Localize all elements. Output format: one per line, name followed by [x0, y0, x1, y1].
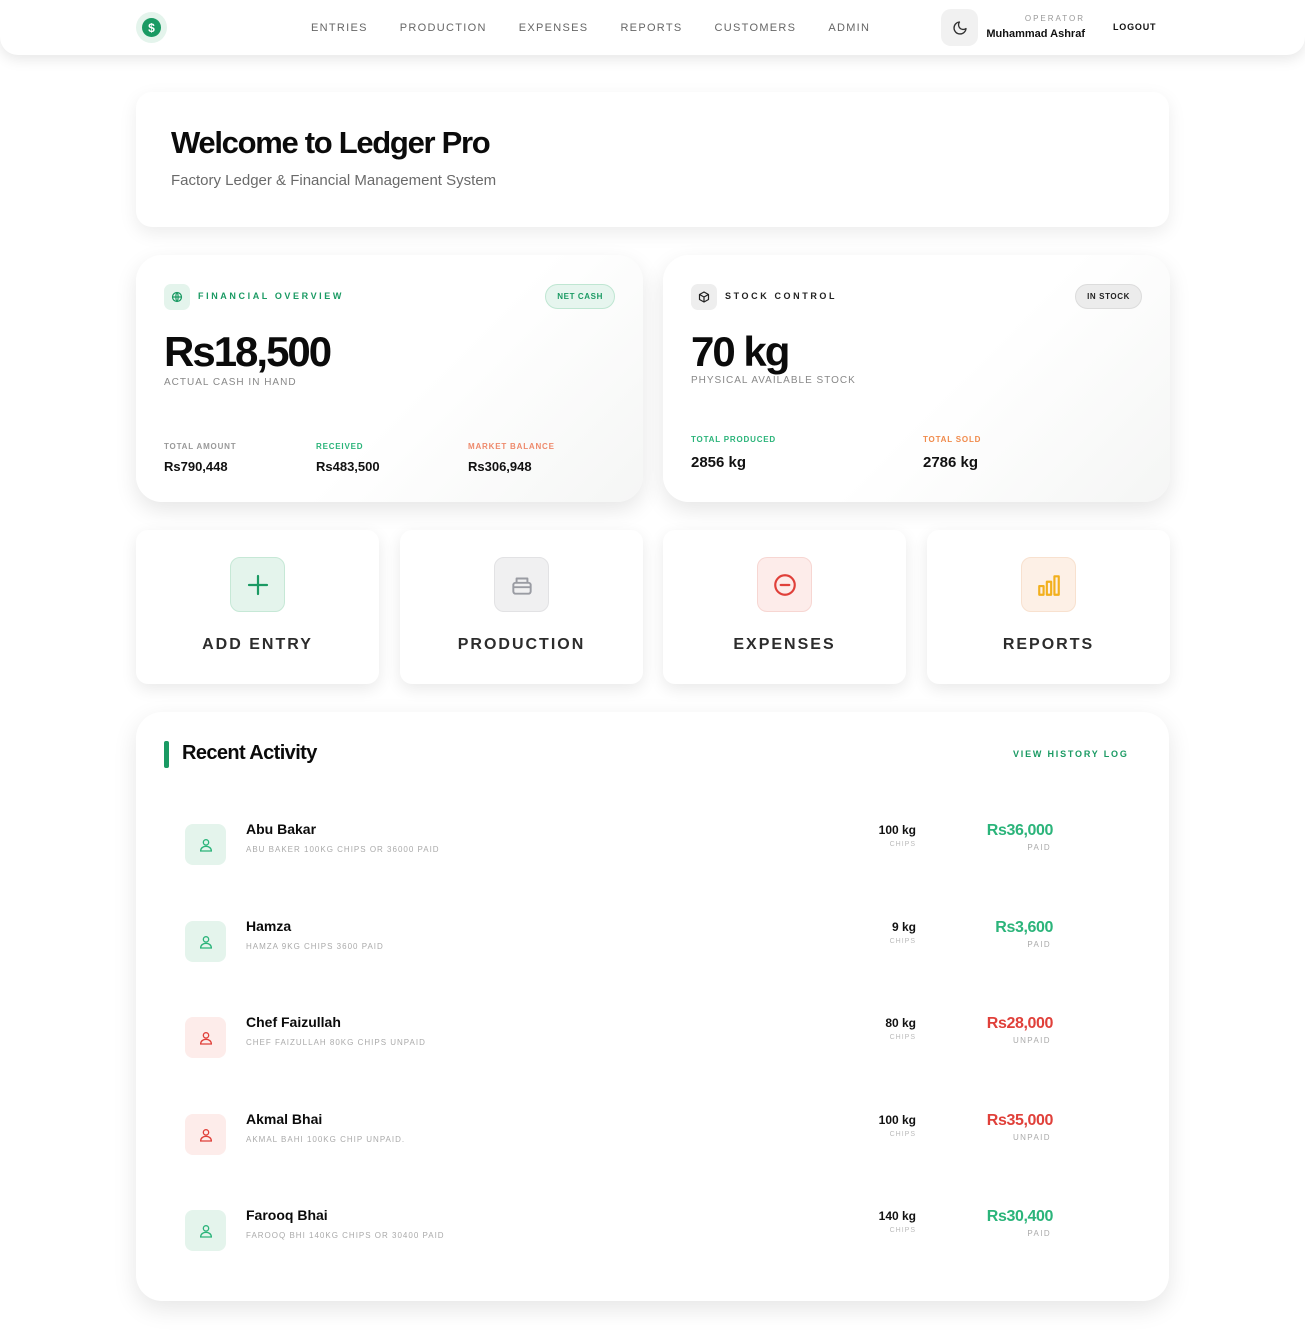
entry-description: Akmal bahi 100kg chip unpaid.	[246, 1135, 406, 1144]
reports-label: REPORTS	[1002, 636, 1095, 653]
minus-circle-icon	[757, 557, 812, 612]
entry-unit: CHIPS	[889, 1131, 916, 1138]
stock-control-title: STOCK CONTROL	[725, 291, 838, 301]
total-produced-label: TOTAL PRODUCED	[691, 435, 776, 444]
add-entry-label: ADD ENTRY	[202, 636, 313, 653]
customer-name: Chef Faizullah	[246, 1014, 341, 1030]
customer-name: Farooq Bhai	[246, 1207, 328, 1223]
user-icon	[185, 824, 226, 865]
nav-link-admin[interactable]: ADMIN	[828, 22, 870, 34]
activity-row[interactable]: Farooq Bhai Farooq bhi 140kg chips or 30…	[136, 1201, 1169, 1261]
entry-unit: CHIPS	[889, 1227, 916, 1234]
customer-name: Abu Bakar	[246, 821, 317, 837]
entry-amount: Rs30,400	[986, 1208, 1054, 1225]
financial-globe-icon	[164, 284, 190, 310]
production-label: PRODUCTION	[457, 636, 586, 653]
payment-status: UNPAID	[1012, 1036, 1051, 1045]
activity-row[interactable]: Chef Faizullah Chef Faizullah 80kg chips…	[136, 1008, 1169, 1068]
page-title: Welcome to Ledger Pro	[171, 125, 491, 160]
nav-links: ENTRIES PRODUCTION EXPENSES REPORTS CUST…	[311, 0, 902, 55]
stock-control-card: STOCK CONTROL IN STOCK 70 kg PHYSICAL AV…	[663, 255, 1170, 502]
entry-description: Abu baker 100kg chips or 36000 paid	[246, 845, 440, 854]
payment-status: PAID	[1027, 1229, 1051, 1238]
user-icon	[185, 1017, 226, 1058]
add-entry-tile[interactable]: ADD ENTRY	[136, 530, 379, 684]
entry-quantity: 140 kg	[878, 1209, 916, 1223]
payment-status: PAID	[1027, 940, 1051, 949]
entry-quantity: 80 kg	[885, 1016, 916, 1030]
entry-description: Chef Faizullah 80kg chips unpaid	[246, 1038, 426, 1047]
nav-link-production[interactable]: PRODUCTION	[400, 22, 487, 34]
logout-button[interactable]: LOGOUT	[1113, 22, 1156, 32]
recent-activity-title: Recent Activity	[182, 742, 317, 764]
operator-name: Muhammad Ashraf	[986, 28, 1085, 40]
entry-amount: Rs3,600	[995, 919, 1053, 936]
recent-activity-panel: Recent Activity VIEW HISTORY LOG Abu Bak…	[136, 712, 1169, 1301]
production-icon	[494, 557, 549, 612]
activity-row[interactable]: Akmal Bhai Akmal bahi 100kg chip unpaid.…	[136, 1105, 1169, 1165]
market-balance-value: Rs306,948	[468, 459, 532, 474]
bar-chart-icon	[1021, 557, 1076, 612]
user-icon	[185, 1114, 226, 1155]
payment-status: PAID	[1027, 843, 1051, 852]
entry-amount: Rs35,000	[986, 1112, 1054, 1129]
entry-amount: Rs36,000	[986, 822, 1054, 839]
activity-row[interactable]: Abu Bakar Abu baker 100kg chips or 36000…	[136, 815, 1169, 875]
total-amount-value: Rs790,448	[164, 459, 228, 474]
received-label: RECEIVED	[316, 442, 364, 451]
reports-tile[interactable]: REPORTS	[927, 530, 1170, 684]
view-history-log-link[interactable]: VIEW HISTORY LOG	[1013, 749, 1129, 759]
financial-overview-title: FINANCIAL OVERVIEW	[198, 291, 344, 301]
entry-amount: Rs28,000	[986, 1015, 1054, 1032]
activity-row[interactable]: Hamza Hamza 9kg chips 3600 paid 9 kg CHI…	[136, 912, 1169, 972]
operator-label: OPERATOR	[1024, 14, 1085, 23]
net-cash-badge: NET CASH	[545, 284, 615, 309]
entry-unit: CHIPS	[889, 1034, 916, 1041]
entry-unit: CHIPS	[889, 938, 916, 945]
total-amount-label: TOTAL AMOUNT	[164, 442, 237, 451]
moon-icon	[952, 20, 967, 35]
cash-in-hand-label: ACTUAL CASH IN HAND	[164, 377, 297, 388]
nav-link-expenses[interactable]: EXPENSES	[519, 22, 589, 34]
entry-quantity: 9 kg	[891, 920, 916, 934]
nav-link-entries[interactable]: ENTRIES	[311, 22, 368, 34]
payment-status: UNPAID	[1012, 1133, 1051, 1142]
user-icon	[185, 921, 226, 962]
entry-quantity: 100 kg	[878, 1113, 916, 1127]
logo-glyph: $	[142, 18, 161, 37]
expenses-tile[interactable]: EXPENSES	[663, 530, 906, 684]
in-stock-badge: IN STOCK	[1075, 284, 1142, 309]
available-stock-value: 70 kg	[691, 328, 790, 375]
customer-name: Hamza	[246, 918, 292, 934]
nav-link-reports[interactable]: REPORTS	[620, 22, 682, 34]
theme-toggle-button[interactable]	[941, 9, 978, 46]
total-sold-label: TOTAL SOLD	[923, 435, 982, 444]
page-subtitle: Factory Ledger & Financial Management Sy…	[171, 172, 497, 189]
top-navbar: $ ENTRIES PRODUCTION EXPENSES REPORTS CU…	[0, 0, 1305, 55]
available-stock-label: PHYSICAL AVAILABLE STOCK	[691, 375, 856, 386]
section-accent-bar	[164, 741, 169, 768]
received-value: Rs483,500	[316, 459, 380, 474]
total-sold-value: 2786 kg	[923, 454, 979, 471]
customer-name: Akmal Bhai	[246, 1111, 323, 1127]
plus-icon	[230, 557, 285, 612]
box-icon	[691, 284, 717, 310]
nav-link-customers[interactable]: CUSTOMERS	[715, 22, 797, 34]
entry-description: Farooq bhi 140kg chips or 30400 paid	[246, 1231, 445, 1240]
logo-dollar-icon[interactable]: $	[136, 12, 167, 43]
entry-description: Hamza 9kg chips 3600 paid	[246, 942, 384, 951]
total-produced-value: 2856 kg	[691, 454, 747, 471]
market-balance-label: MARKET BALANCE	[468, 442, 555, 451]
entry-unit: CHIPS	[889, 841, 916, 848]
financial-overview-card: FINANCIAL OVERVIEW NET CASH Rs18,500 ACT…	[136, 255, 643, 502]
user-icon	[185, 1210, 226, 1251]
cash-in-hand-value: Rs18,500	[164, 328, 332, 375]
expenses-label: EXPENSES	[733, 636, 836, 653]
entry-quantity: 100 kg	[878, 823, 916, 837]
production-tile[interactable]: PRODUCTION	[400, 530, 643, 684]
welcome-card: Welcome to Ledger Pro Factory Ledger & F…	[136, 92, 1169, 227]
